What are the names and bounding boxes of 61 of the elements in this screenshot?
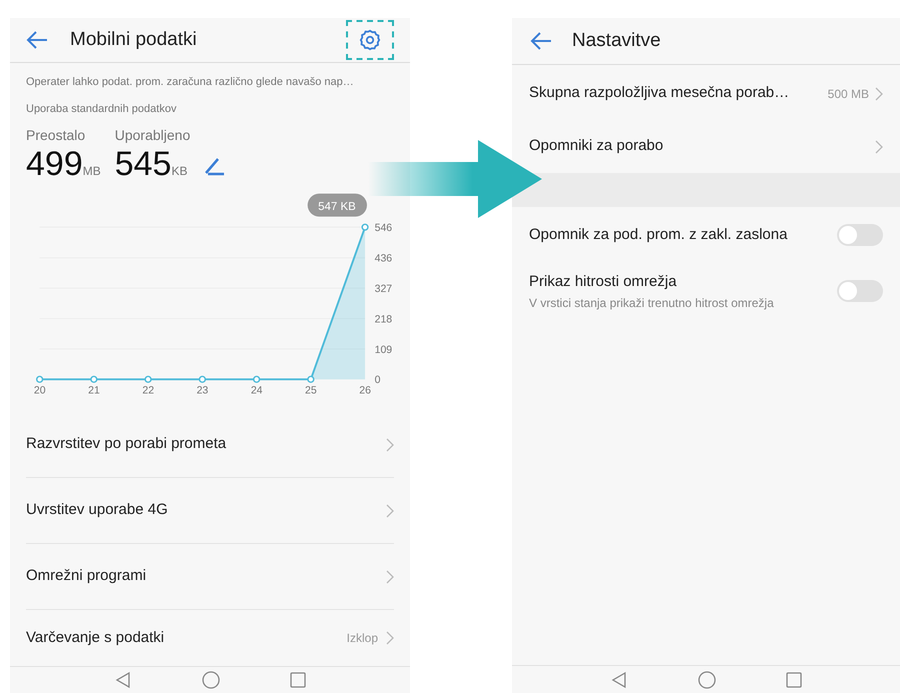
section-label: Uporaba standardnih podatkov — [25, 102, 178, 117]
item-value: Izklop — [346, 630, 378, 648]
unit-label: KB — [171, 163, 188, 180]
axis-label: 218 — [374, 313, 392, 326]
axis-label: 20 — [34, 384, 46, 397]
settings-button[interactable] — [346, 20, 394, 60]
settings-icon — [359, 29, 381, 52]
data-point — [36, 376, 44, 383]
axis-label: 327 — [374, 283, 392, 296]
chevron-icon — [875, 140, 883, 154]
chevron-icon — [386, 631, 394, 646]
axis-label: 25 — [305, 384, 317, 397]
setting-label: Opomnik za pod. prom. z zakl. zaslona — [529, 224, 788, 245]
list-item[interactable]: Varčevanje s podatki Izklop — [26, 610, 394, 666]
data-point — [90, 376, 98, 383]
axis-label: 22 — [142, 384, 154, 397]
home-nav-icon[interactable] — [698, 670, 716, 688]
notice-text: Operater lahko podat. prom. zaračuna različno glede navašo nap… — [25, 75, 355, 90]
list-item[interactable]: Omrežni programi — [26, 544, 394, 610]
toggle-switch[interactable] — [837, 224, 883, 246]
axis-label: 546 — [374, 222, 392, 234]
back-icon[interactable] — [530, 32, 552, 50]
data-point — [198, 376, 206, 383]
settings-item[interactable]: Skupna razpoložljiva mesečna porab… 500 MB — [512, 67, 900, 120]
stat-label: Preostalo — [26, 126, 86, 146]
recents-nav-icon[interactable] — [290, 672, 306, 688]
axis-label: 26 — [359, 384, 371, 397]
chevron-icon — [875, 86, 883, 100]
stat-label: Uporabljeno — [114, 126, 190, 146]
edit-icon[interactable] — [204, 156, 226, 176]
item-value: 500 MB — [828, 86, 869, 102]
axis-label: 23 — [196, 384, 208, 397]
data-point — [361, 224, 369, 231]
setting-description: V vrstici stanja prikaži trenutno hitrost omrežja — [529, 296, 775, 310]
list-item[interactable]: Razvrstitev po porabi prometa — [26, 412, 394, 478]
stat-value: 499 — [26, 146, 83, 182]
toggle-switch[interactable] — [837, 280, 883, 302]
value-tooltip: 547 KB — [308, 194, 367, 217]
unit-label: MB — [82, 163, 101, 180]
setting-label: Prikaz hitrosti omrežja — [529, 272, 678, 292]
axis-label: 436 — [374, 252, 392, 265]
axis-label: 21 — [88, 384, 100, 397]
data-point — [252, 376, 260, 383]
chevron-icon — [386, 438, 394, 452]
chevron-icon — [386, 504, 394, 518]
axis-label: 109 — [374, 344, 392, 356]
screen-title: Nastavitve — [572, 28, 661, 53]
home-nav-icon[interactable] — [202, 671, 220, 690]
axis-label: 0 — [374, 374, 380, 386]
chevron-icon — [386, 570, 394, 584]
back-icon[interactable] — [26, 31, 48, 50]
settings-item[interactable]: Opomniki za porabo — [512, 120, 900, 173]
back-nav-icon[interactable] — [114, 671, 132, 690]
screen-title: Mobilni podatki — [70, 28, 197, 52]
stat-value: 545 — [114, 146, 172, 182]
back-nav-icon[interactable] — [610, 670, 628, 688]
list-item[interactable]: Uvrstitev uporabe 4G — [26, 478, 394, 544]
data-point — [144, 376, 152, 383]
recents-nav-icon[interactable] — [786, 672, 802, 688]
axis-label: 24 — [250, 384, 263, 397]
data-point — [307, 376, 314, 383]
